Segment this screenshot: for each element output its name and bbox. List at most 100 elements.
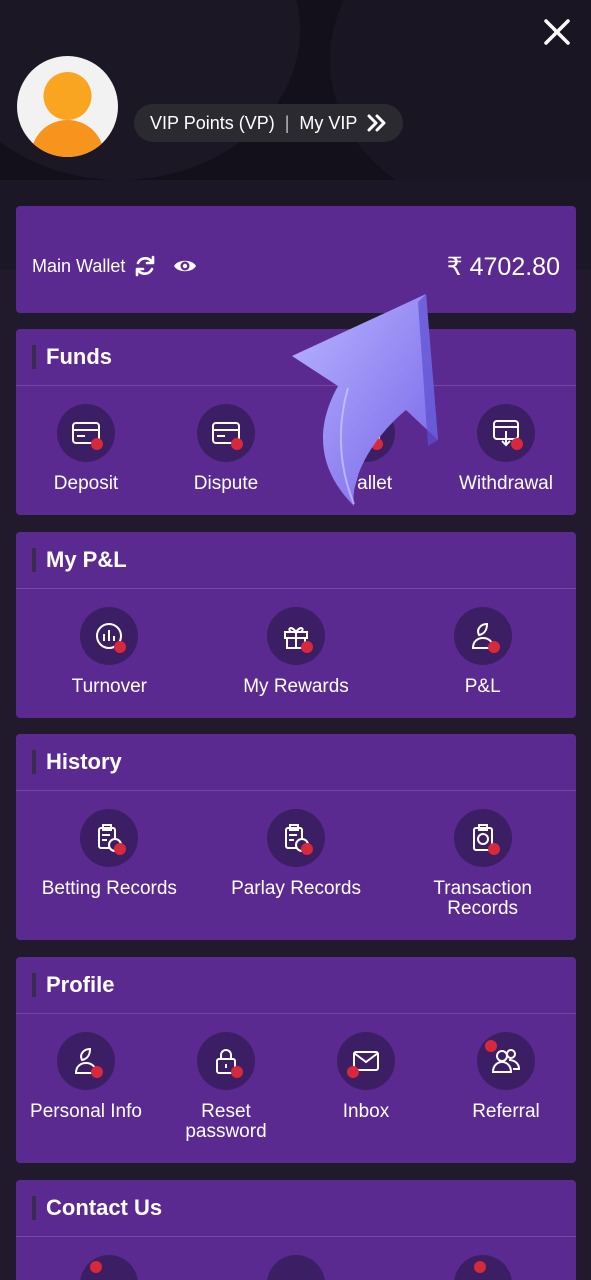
betting-records-button[interactable]: Betting Records xyxy=(16,809,203,919)
history-title: History xyxy=(46,749,122,774)
vip-pill[interactable]: VIP Points (VP) | My VIP xyxy=(134,104,404,142)
badge-dot xyxy=(511,438,523,450)
avatar[interactable] xyxy=(17,56,118,157)
contact-title: Contact Us xyxy=(46,1195,163,1220)
double-chevron-right-icon xyxy=(367,114,386,132)
badge-dot xyxy=(371,438,383,450)
dispute-button[interactable]: Dispute xyxy=(156,404,296,494)
badge-dot xyxy=(231,1066,243,1078)
wallet-balance: ₹ 4702.80 xyxy=(446,253,560,281)
referral-label: Referral xyxy=(472,1101,540,1122)
transaction-records-icon-wrap xyxy=(453,809,512,867)
withdrawal-icon-wrap xyxy=(477,404,535,462)
turnover-icon-wrap xyxy=(80,607,139,665)
wallet-icon-wrap xyxy=(337,404,395,462)
badge-dot xyxy=(90,1261,103,1273)
main-wallet-card: Main Wallet ₹ 4702.80 xyxy=(16,206,576,313)
section-marker xyxy=(32,750,36,774)
pl-label: P&L xyxy=(464,676,501,697)
turnover-label: Turnover xyxy=(71,676,147,697)
pl-grid: Turnover My Rewards P&L xyxy=(16,589,576,697)
main-wallet-label-row: Main Wallet xyxy=(32,254,199,278)
wallet-label: Wallet xyxy=(339,473,393,494)
profile-header: Profile xyxy=(16,957,576,1014)
eye-icon[interactable] xyxy=(171,254,199,278)
profile-grid: Personal Info Reset password Inbox Refer… xyxy=(16,1014,576,1142)
funds-header: Funds xyxy=(16,329,576,386)
parlay-records-icon-wrap xyxy=(267,809,325,867)
deposit-icon-wrap xyxy=(57,404,115,462)
contact-icon-wrap xyxy=(453,1255,512,1280)
inbox-button[interactable]: Inbox xyxy=(296,1032,436,1142)
history-grid: Betting Records Parlay Records Transacti… xyxy=(16,791,576,919)
badge-dot xyxy=(91,1066,103,1078)
pl-header: My P&L xyxy=(16,532,576,589)
deposit-label: Deposit xyxy=(53,473,119,494)
close-icon xyxy=(544,19,570,45)
contact-item[interactable] xyxy=(389,1255,576,1280)
badge-dot xyxy=(487,843,500,855)
transaction-records-label: Transaction Records xyxy=(433,878,532,919)
transaction-records-button[interactable]: Transaction Records xyxy=(389,809,576,919)
my-rewards-label: My Rewards xyxy=(243,676,349,697)
my-rewards-button[interactable]: My Rewards xyxy=(203,607,390,697)
contact-icon-wrap xyxy=(80,1255,139,1280)
betting-records-icon-wrap xyxy=(80,809,139,867)
badge-dot xyxy=(487,641,500,653)
contact-section: Contact Us xyxy=(16,1180,576,1280)
wallet-button[interactable]: Wallet xyxy=(296,404,436,494)
my-vip-link[interactable]: My VIP xyxy=(299,113,357,134)
funds-grid: Deposit Dispute Wallet Withdrawal xyxy=(16,386,576,494)
pl-button[interactable]: P&L xyxy=(389,607,576,697)
vip-points-link[interactable]: VIP Points (VP) xyxy=(150,113,275,134)
close-button[interactable] xyxy=(541,16,573,48)
deposit-button[interactable]: Deposit xyxy=(16,404,156,494)
section-marker xyxy=(32,973,36,997)
withdrawal-label: Withdrawal xyxy=(459,473,553,494)
section-marker xyxy=(32,1196,36,1220)
personal-info-icon-wrap xyxy=(57,1032,115,1090)
badge-dot xyxy=(231,438,243,450)
funds-section: Funds Deposit Dispute Wallet Withdrawal xyxy=(16,329,576,515)
user-avatar-icon xyxy=(31,72,104,157)
badge-dot xyxy=(485,1040,497,1052)
refresh-icon[interactable] xyxy=(133,254,157,278)
section-marker xyxy=(32,345,36,369)
history-header: History xyxy=(16,734,576,791)
my-rewards-icon-wrap xyxy=(267,607,325,665)
contact-item[interactable] xyxy=(16,1255,203,1280)
parlay-records-button[interactable]: Parlay Records xyxy=(203,809,390,919)
contact-icon-wrap xyxy=(267,1255,325,1280)
pl-title: My P&L xyxy=(46,547,127,572)
reset-password-icon-wrap xyxy=(197,1032,255,1090)
referral-icon-wrap xyxy=(477,1032,535,1090)
withdrawal-button[interactable]: Withdrawal xyxy=(436,404,576,494)
badge-dot xyxy=(114,641,127,653)
badge-dot xyxy=(301,843,313,855)
reset-password-label: Reset password xyxy=(185,1101,267,1142)
contact-item[interactable] xyxy=(203,1255,390,1280)
badge-dot xyxy=(473,1261,486,1273)
reset-password-button[interactable]: Reset password xyxy=(156,1032,296,1142)
section-marker xyxy=(32,548,36,572)
badge-dot xyxy=(91,438,103,450)
pl-icon-wrap xyxy=(453,607,512,665)
dispute-label: Dispute xyxy=(193,473,259,494)
personal-info-label: Personal Info xyxy=(30,1101,142,1122)
inbox-icon-wrap xyxy=(337,1032,395,1090)
inbox-label: Inbox xyxy=(342,1101,390,1122)
betting-records-label: Betting Records xyxy=(41,878,177,899)
pl-section: My P&L Turnover My Rewards P&L xyxy=(16,532,576,718)
profile-section: Profile Personal Info Reset password Inb… xyxy=(16,957,576,1163)
badge-dot xyxy=(301,641,313,653)
vip-separator: | xyxy=(284,112,290,133)
referral-button[interactable]: Referral xyxy=(436,1032,576,1142)
badge-dot xyxy=(347,1066,359,1078)
turnover-button[interactable]: Turnover xyxy=(16,607,203,697)
dispute-icon-wrap xyxy=(197,404,255,462)
contact-header: Contact Us xyxy=(16,1180,576,1237)
funds-title: Funds xyxy=(46,344,112,369)
personal-info-button[interactable]: Personal Info xyxy=(16,1032,156,1142)
badge-dot xyxy=(114,843,127,855)
profile-title: Profile xyxy=(46,972,115,997)
